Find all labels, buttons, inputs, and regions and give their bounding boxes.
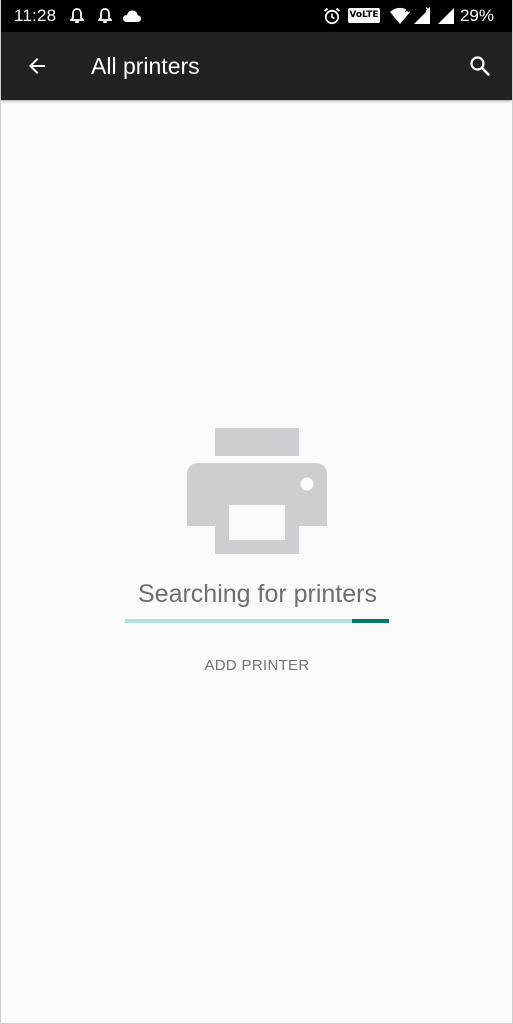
search-button[interactable] [460,46,500,86]
page-title: All printers [91,53,200,79]
app-bar: All printers [1,32,512,100]
volte-icon: VoLTE [348,8,380,23]
battery-level: 29% [459,6,494,25]
search-progress-bar [125,619,389,623]
search-progress-indicator [352,619,389,623]
signal-icon [438,8,454,24]
search-icon [470,56,490,76]
arrow-back-icon [29,58,45,74]
status-bar: 11:28 VoLTE 29% [1,0,512,32]
status-time: 11:28 [14,6,57,25]
screen: 11:28 VoLTE 29% All printers Searching f… [0,0,513,1024]
wifi-icon [390,7,410,24]
signal-icon [414,7,431,24]
searching-message: Searching for printers [137,580,377,608]
printer-icon [187,428,327,554]
add-printer-button[interactable]: ADD PRINTER [187,650,327,680]
alarm-icon [323,7,341,25]
notification-bell-icon [98,8,112,23]
back-button[interactable] [17,46,57,86]
cloud-icon [123,10,141,22]
notification-bell-icon [70,8,84,23]
